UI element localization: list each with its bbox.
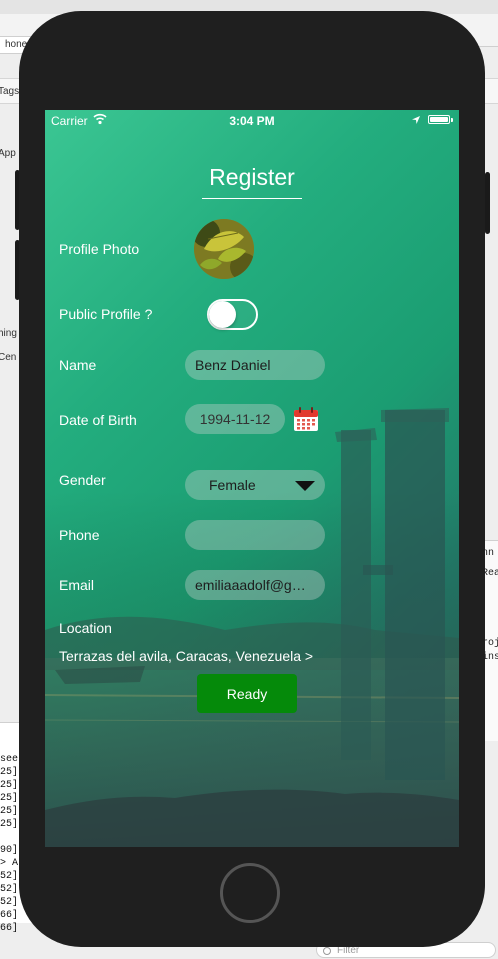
dob-input[interactable]: 1994-11-12 [185,404,285,434]
location-arrow-icon [412,116,420,124]
gender-selected-value: Female [209,477,256,493]
status-time: 3:04 PM [229,114,275,128]
chevron-down-icon [295,481,315,491]
gender-select[interactable]: Female [185,470,325,500]
profile-photo-avatar[interactable] [194,219,254,279]
xcode-side-label: Tags [0,86,20,97]
location-link[interactable]: Terrazas del avila, Caracas, Venezuela > [59,648,313,664]
calendar-icon[interactable] [293,406,319,432]
ready-button[interactable]: Ready [197,674,297,713]
dob-label: Date of Birth [59,412,137,428]
app-screen: Carrier 3:04 PM Register Profile Photo P… [45,110,459,847]
gender-label: Gender [59,472,106,488]
title-underline [202,198,302,199]
public-profile-label: Public Profile ? [59,306,153,322]
power-button [485,172,490,234]
xcode-side-label: hing [0,328,17,339]
email-label: Email [59,577,95,593]
name-input[interactable]: Benz Daniel [185,350,325,380]
status-bar: Carrier 3:04 PM [45,110,459,132]
home-button[interactable] [220,863,280,923]
phone-input[interactable] [185,520,325,550]
xcode-side-label: App [0,148,16,159]
battery-icon [428,115,450,124]
page-title: Register [209,164,295,190]
leaf-photo [194,219,254,279]
public-profile-toggle[interactable] [207,299,258,330]
name-label: Name [59,357,97,373]
profile-photo-label: Profile Photo [59,241,140,257]
toggle-knob [209,301,236,328]
xcode-side-label: Cen [0,352,17,363]
email-input[interactable]: emiliaaadolf@gmail.com [185,570,325,600]
location-label: Location [59,620,112,636]
battery-tip [451,118,453,122]
phone-label: Phone [59,527,100,543]
